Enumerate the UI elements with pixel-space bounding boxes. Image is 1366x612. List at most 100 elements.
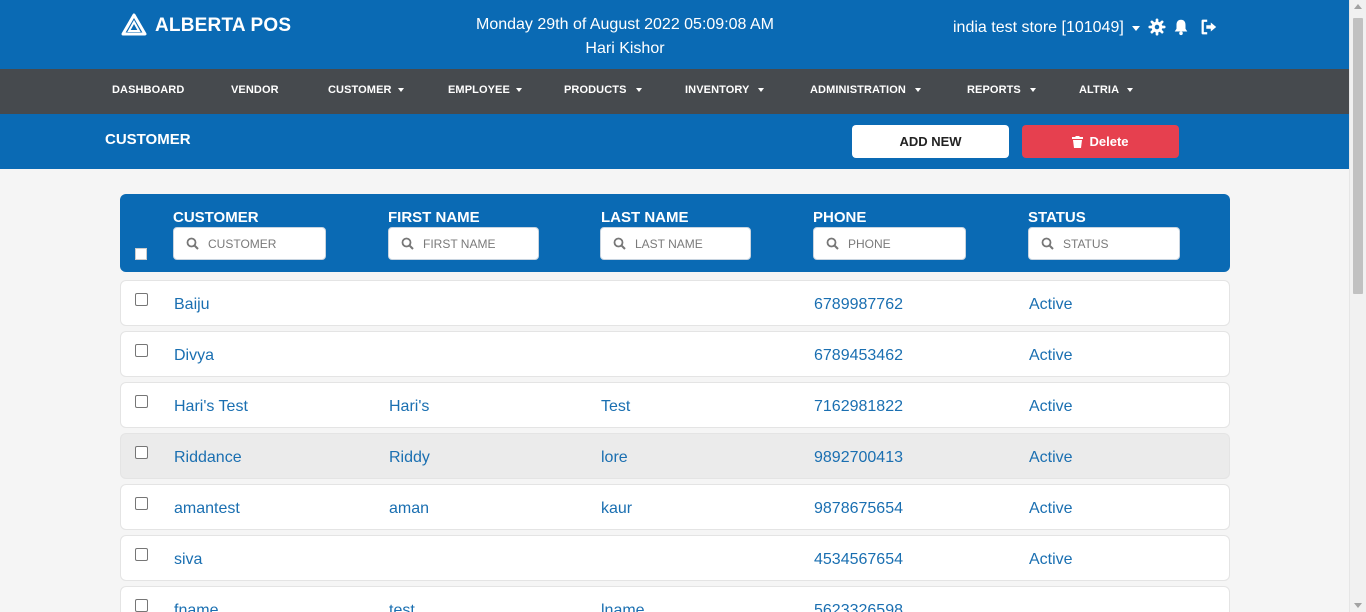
settings-icon[interactable] [1148,18,1166,36]
cell-first-name[interactable]: Hari's [389,398,429,416]
column-header-last-name: LAST NAME [601,209,689,226]
cell-phone[interactable]: 9892700413 [814,449,903,467]
row-checkbox[interactable] [135,293,148,306]
cell-customer[interactable]: amantest [174,500,240,518]
table-row[interactable]: Divya 6789453462 Active [120,331,1230,377]
vertical-scrollbar[interactable] [1349,0,1366,612]
column-header-customer: CUSTOMER [173,209,259,226]
scroll-down-icon[interactable] [1354,603,1362,608]
page-title: CUSTOMER [105,131,191,148]
table-row[interactable]: amantest aman kaur 9878675654 Active [120,484,1230,530]
search-icon [401,237,414,250]
nav-item-products[interactable]: PRODUCTS [564,84,642,96]
row-checkbox[interactable] [135,446,148,459]
customer-filter-input[interactable] [208,236,308,251]
nav-label: PRODUCTS [564,84,627,96]
chevron-down-icon [1131,25,1140,31]
table-row[interactable]: Baiju 6789987762 Active [120,280,1230,326]
last-name-filter[interactable] [600,227,751,260]
nav-item-inventory[interactable]: INVENTORY [685,84,765,96]
cell-phone[interactable]: 9878675654 [814,500,903,518]
cell-first-name[interactable]: aman [389,500,429,518]
cell-status[interactable]: Active [1029,398,1073,416]
cell-customer[interactable]: Divya [174,347,214,365]
scrollbar-thumb[interactable] [1353,18,1363,294]
cell-customer[interactable]: siva [174,551,202,569]
select-all-checkbox[interactable] [135,248,147,260]
logo[interactable]: ALBERTA POS [121,13,291,39]
nav-label: INVENTORY [685,84,750,96]
cell-last-name[interactable]: kaur [601,500,632,518]
delete-button[interactable]: Delete [1022,125,1179,158]
cell-status[interactable]: Active [1029,347,1073,365]
cell-status[interactable]: Active [1029,551,1073,569]
cell-customer[interactable]: Baiju [174,296,210,314]
row-checkbox[interactable] [135,548,148,561]
cell-status[interactable]: Active [1029,500,1073,518]
bell-icon[interactable] [1172,18,1190,36]
nav-item-vendor[interactable]: VENDOR [231,84,279,96]
first-name-filter[interactable] [388,227,539,260]
nav-item-dashboard[interactable]: DASHBOARD [112,84,184,96]
trash-icon [1072,135,1084,148]
add-new-button[interactable]: ADD NEW [852,125,1009,158]
table-row[interactable]: fname test lname 5623326598 [120,586,1230,612]
nav-item-administration[interactable]: ADMINISTRATION [810,84,921,96]
search-icon [613,237,626,250]
row-checkbox[interactable] [135,395,148,408]
column-header-first-name: FIRST NAME [388,209,480,226]
cell-phone[interactable]: 7162981822 [814,398,903,416]
scroll-up-icon[interactable] [1354,4,1362,9]
column-header-status: STATUS [1028,209,1086,226]
first-name-filter-input[interactable] [423,236,523,251]
phone-filter[interactable] [813,227,966,260]
status-filter[interactable] [1028,227,1180,260]
row-checkbox[interactable] [135,497,148,510]
nav-item-altria[interactable]: ALTRIA [1079,84,1134,96]
status-filter-input[interactable] [1063,236,1163,251]
nav-item-employee[interactable]: EMPLOYEE [448,84,522,96]
column-header-phone: PHONE [813,209,867,226]
row-checkbox[interactable] [135,599,148,612]
cell-phone[interactable]: 6789453462 [814,347,903,365]
cell-customer[interactable]: Riddance [174,449,242,467]
top-header: ALBERTA POS Monday 29th of August 2022 0… [0,0,1349,69]
nav-label: VENDOR [231,84,279,96]
nav-item-customer[interactable]: CUSTOMER [328,84,404,96]
cell-customer[interactable]: fname [174,602,218,612]
logout-icon[interactable] [1199,18,1219,36]
search-icon [1041,237,1054,250]
cell-last-name[interactable]: lore [601,449,628,467]
customer-table-area: CUSTOMER FIRST NAME LAST NAME PHONE STAT… [0,169,1349,612]
chevron-down-icon [1127,88,1134,92]
cell-status[interactable]: Active [1029,296,1073,314]
cell-phone[interactable]: 5623326598 [814,602,903,612]
cell-customer[interactable]: Hari's Test [174,398,248,416]
datetime-block: Monday 29th of August 2022 05:09:08 AM H… [440,13,810,61]
table-header: CUSTOMER FIRST NAME LAST NAME PHONE STAT… [120,194,1230,272]
nav-label: CUSTOMER [328,84,392,96]
add-new-label: ADD NEW [899,134,962,149]
row-checkbox[interactable] [135,344,148,357]
customer-filter[interactable] [173,227,326,260]
table-row-highlighted[interactable]: Riddance Riddy lore 9892700413 Active [120,433,1230,479]
last-name-filter-input[interactable] [635,236,735,251]
cell-first-name[interactable]: Riddy [389,449,430,467]
table-row[interactable]: Hari's Test Hari's Test 7162981822 Activ… [120,382,1230,428]
store-selector[interactable]: india test store [101049] [953,19,1140,37]
table-row[interactable]: siva 4534567654 Active [120,535,1230,581]
cell-first-name[interactable]: test [389,602,415,612]
main-nav: DASHBOARD VENDOR CUSTOMER EMPLOYEE PRODU… [0,69,1349,114]
nav-label: REPORTS [967,84,1021,96]
page: ALBERTA POS Monday 29th of August 2022 0… [0,0,1349,612]
user-name: Hari Kishor [585,40,665,57]
phone-filter-input[interactable] [848,236,948,251]
cell-last-name[interactable]: lname [601,602,645,612]
nav-item-reports[interactable]: REPORTS [967,84,1036,96]
logo-text: ALBERTA POS [155,15,292,36]
cell-status[interactable]: Active [1029,449,1073,467]
cell-last-name[interactable]: Test [601,398,630,416]
chevron-down-icon [397,88,404,92]
cell-phone[interactable]: 4534567654 [814,551,903,569]
cell-phone[interactable]: 6789987762 [814,296,903,314]
